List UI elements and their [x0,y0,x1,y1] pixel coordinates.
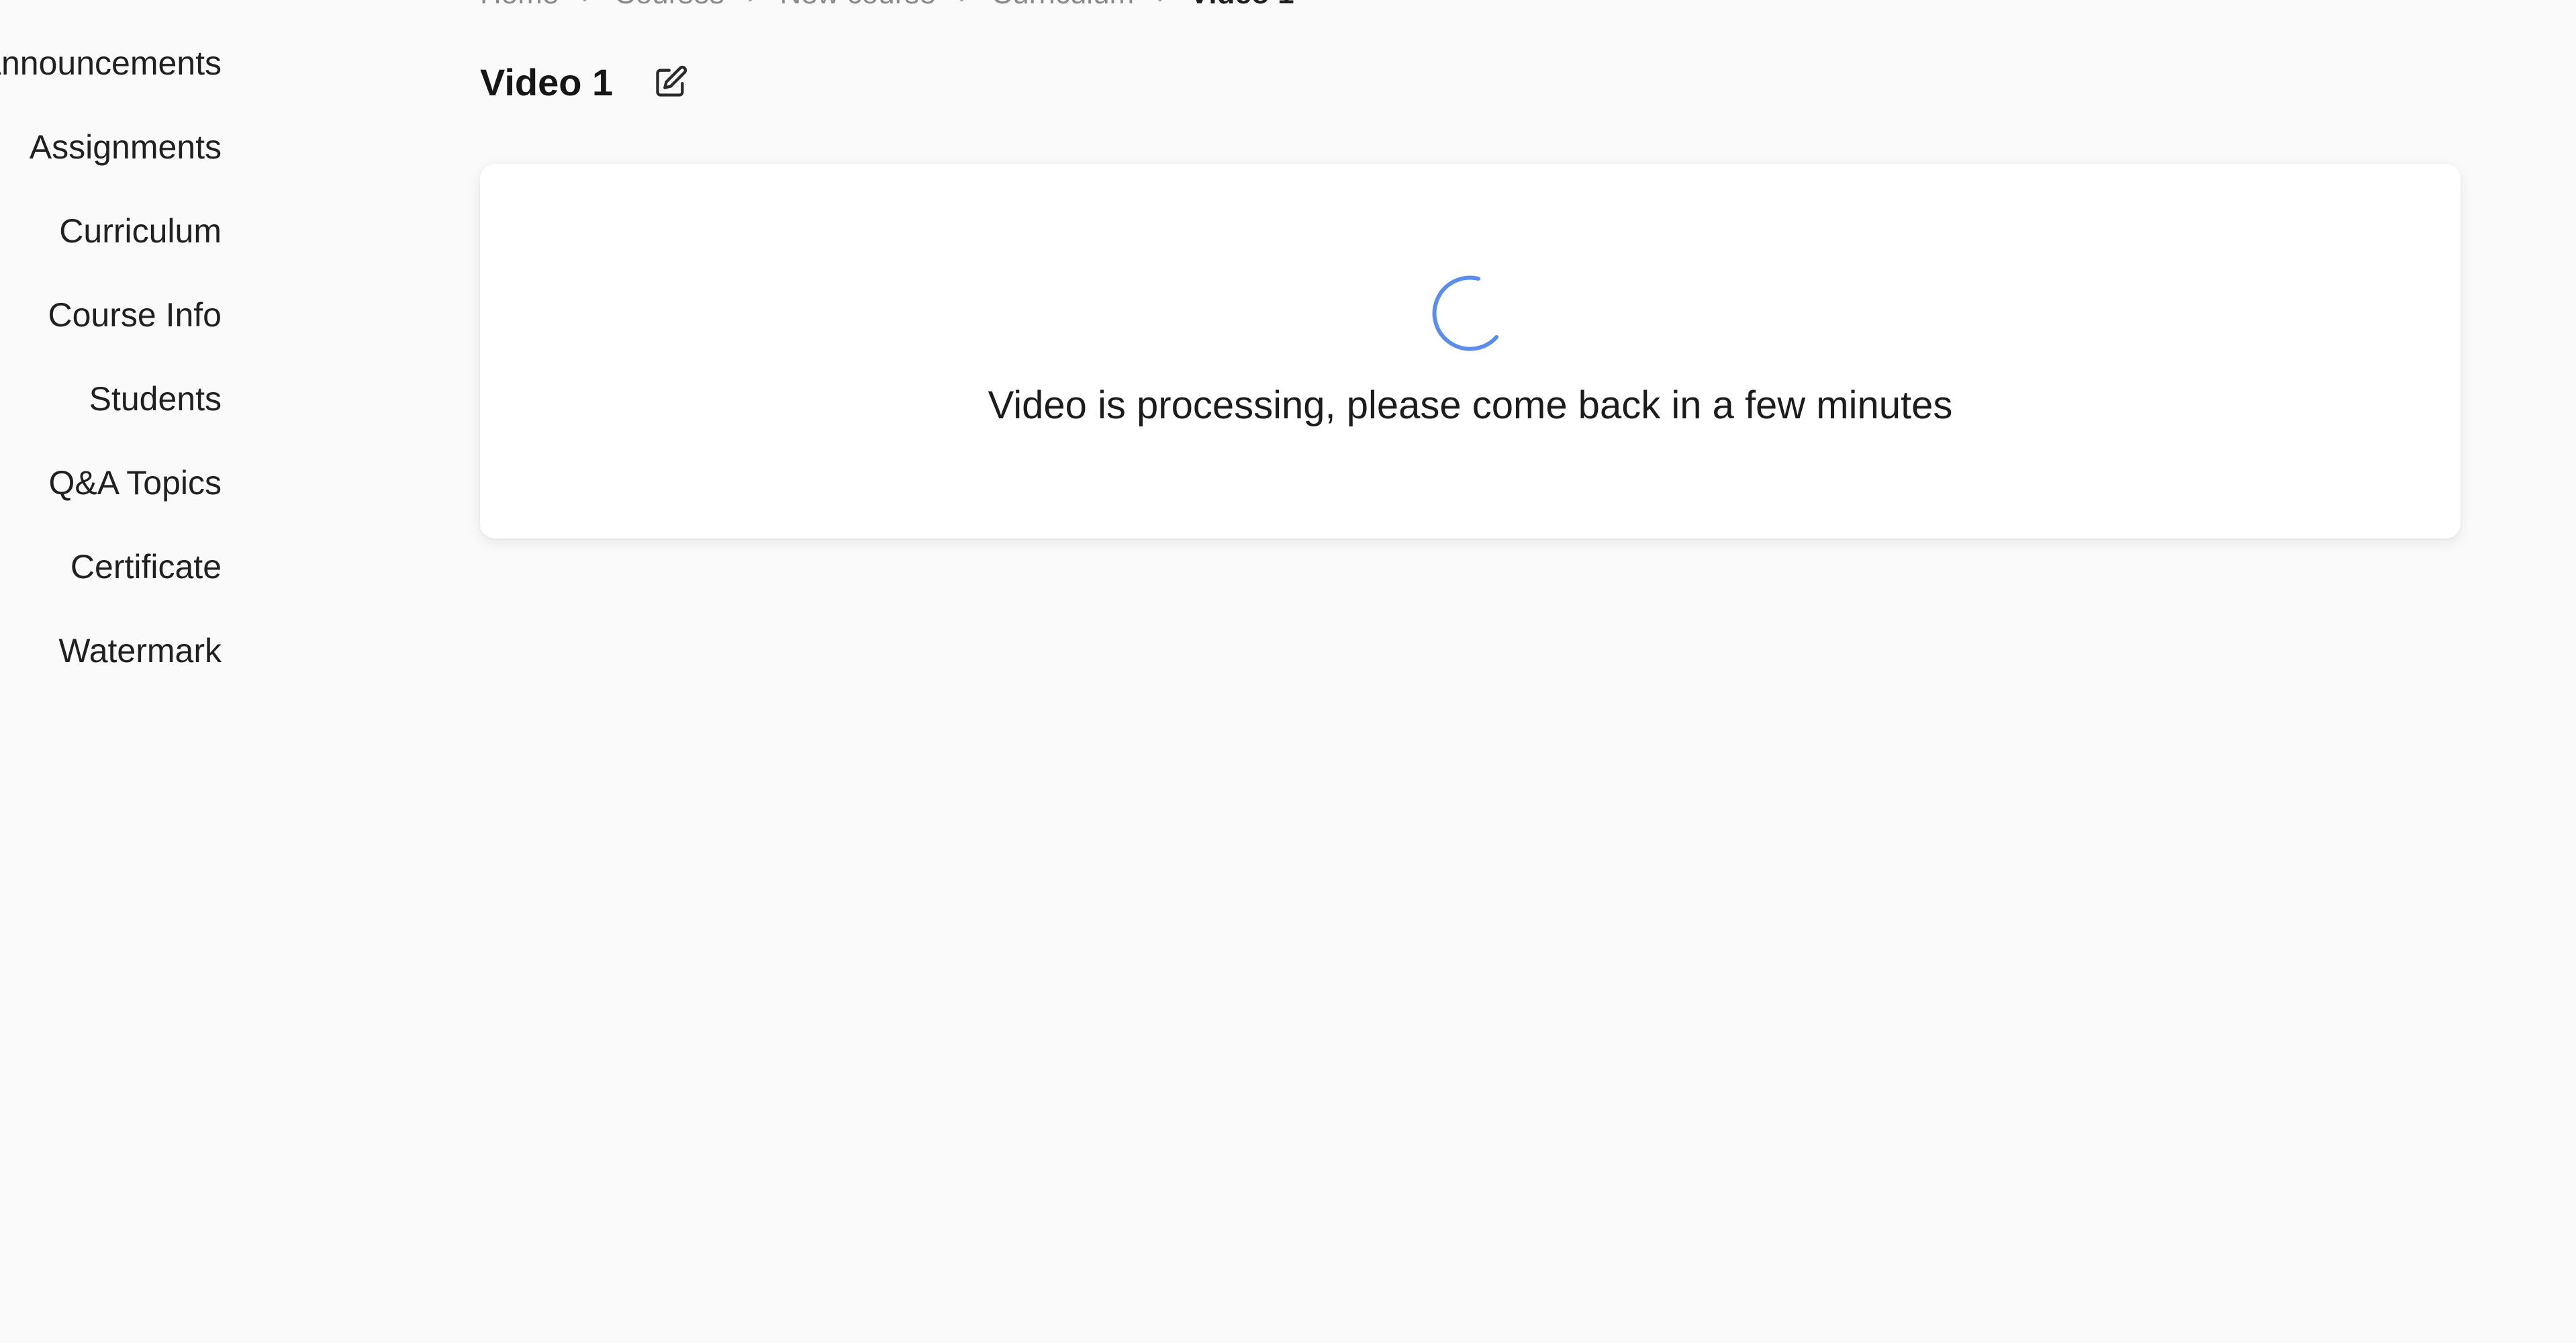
breadcrumb-curriculum[interactable]: Curriculum [992,0,1135,11]
loading-spinner-icon [1432,275,1498,351]
breadcrumb: Home › Courses › New course › Curriculum… [480,0,1294,11]
title-row: Video 1 [480,55,691,109]
sidebar-item-qa-topics[interactable]: Q&A Topics [0,449,430,516]
sidebar-item-announcements[interactable]: Announcements [0,30,430,97]
sidebar: Announcements Assignments Curriculum Cou… [0,0,430,1343]
sidebar-item-label: Curriculum [59,212,222,250]
breadcrumb-new-course[interactable]: New course [780,0,936,11]
breadcrumb-home[interactable]: Home [480,0,559,11]
sidebar-item-label: Assignments [29,128,222,166]
video-status-message: Video is processing, please come back in… [988,383,1953,427]
sidebar-item-label: Watermark [58,632,222,669]
breadcrumb-courses[interactable]: Courses [614,0,724,11]
sidebar-item-assignments[interactable]: Assignments [0,113,430,181]
sidebar-item-certificate[interactable]: Certificate [0,533,430,600]
sidebar-item-curriculum[interactable]: Curriculum [0,197,430,265]
sidebar-item-label: Announcements [0,44,222,82]
page-title: Video 1 [480,60,614,103]
breadcrumb-separator: › [1157,0,1167,11]
edit-title-button[interactable] [651,62,691,102]
breadcrumb-separator: › [581,0,591,11]
sidebar-item-label: Q&A Topics [48,464,222,502]
sidebar-item-students[interactable]: Students [0,365,430,432]
sidebar-item-label: Certificate [70,548,222,586]
sidebar-item-course-info[interactable]: Course Info [0,281,430,349]
breadcrumb-separator: › [959,0,969,11]
sidebar-item-watermark[interactable]: Watermark [0,617,430,684]
breadcrumb-current: Video 1 [1190,0,1294,11]
sidebar-item-label: Students [89,380,222,418]
breadcrumb-separator: › [747,0,757,11]
edit-icon [656,65,687,97]
sidebar-item-label: Course Info [48,296,222,334]
